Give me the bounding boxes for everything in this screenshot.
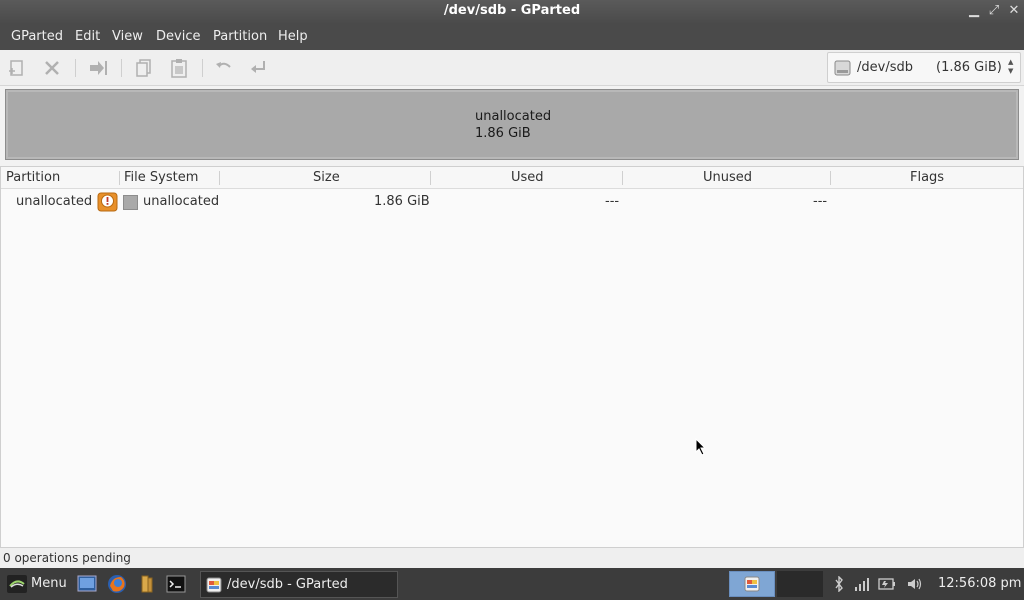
battery-icon[interactable]	[878, 576, 895, 592]
column-flags[interactable]: Flags	[910, 170, 944, 185]
paste-icon[interactable]	[168, 57, 190, 79]
cell-file-system: unallocated	[143, 194, 220, 209]
menu-bar: GParted Edit View Device Partition Help	[0, 24, 1024, 50]
taskbar: Menu /dev/sdb - GParted 12:56:08 pm	[0, 568, 1024, 600]
column-separator	[622, 171, 623, 185]
diskmap-size: 1.86 GiB	[475, 126, 531, 141]
cell-partition: unallocated	[16, 194, 93, 209]
title-bar: /dev/sdb - GParted ▁ ⤢ ✕	[0, 0, 1024, 24]
menu-view[interactable]: View	[112, 29, 143, 44]
menu-edit[interactable]: Edit	[75, 29, 100, 44]
filesystem-color-swatch	[123, 195, 138, 210]
cell-size: 1.86 GiB	[374, 194, 430, 209]
menu-device[interactable]: Device	[156, 29, 200, 44]
menu-logo-icon[interactable]	[7, 575, 27, 593]
cell-unused: ---	[813, 194, 828, 209]
column-separator	[219, 171, 220, 185]
file-manager-icon[interactable]	[137, 574, 157, 594]
copy-icon[interactable]	[133, 57, 155, 79]
status-text: 0 operations pending	[3, 551, 131, 565]
volume-icon[interactable]	[906, 576, 922, 592]
bluetooth-icon[interactable]	[831, 575, 847, 593]
partition-table: Partition File System Size Used Unused F…	[0, 166, 1024, 548]
new-partition-icon[interactable]	[6, 57, 28, 79]
workspace-2[interactable]	[777, 571, 823, 597]
menu-help[interactable]: Help	[278, 29, 308, 44]
undo-icon[interactable]	[213, 57, 235, 79]
delete-icon[interactable]	[41, 57, 63, 79]
column-partition[interactable]: Partition	[6, 170, 60, 185]
spin-arrows-icon: ▲ ▼	[1008, 58, 1014, 75]
status-bar: 0 operations pending	[0, 548, 1024, 568]
mouse-cursor-icon	[695, 437, 707, 456]
warning-icon	[97, 192, 118, 212]
network-signal-icon[interactable]	[854, 576, 870, 592]
close-icon[interactable]: ✕	[1006, 3, 1022, 19]
column-size[interactable]: Size	[313, 170, 340, 185]
toolbar-separator	[121, 59, 122, 77]
column-file-system[interactable]: File System	[124, 170, 198, 185]
column-separator	[430, 171, 431, 185]
device-name: /dev/sdb	[857, 60, 913, 75]
clock[interactable]: 12:56:08 pm	[938, 576, 1021, 591]
toolbar-separator	[202, 59, 203, 77]
toolbar: /dev/sdb (1.86 GiB) ▲ ▼	[0, 50, 1024, 86]
diskmap-label: unallocated	[475, 109, 552, 124]
workspace-window-icon	[744, 576, 760, 592]
resize-move-icon[interactable]	[87, 57, 109, 79]
unallocated-block[interactable]	[6, 90, 1018, 159]
menu-partition[interactable]: Partition	[213, 29, 267, 44]
terminal-icon[interactable]	[166, 574, 186, 594]
start-menu-button[interactable]: Menu	[31, 576, 67, 591]
window-title: /dev/sdb - GParted	[443, 3, 581, 18]
desktop-icon[interactable]	[77, 574, 97, 594]
column-used[interactable]: Used	[511, 170, 544, 185]
minimize-icon[interactable]: ▁	[966, 3, 982, 19]
taskbar-window-gparted[interactable]: /dev/sdb - GParted	[200, 571, 398, 598]
maximize-icon[interactable]: ⤢	[986, 3, 1002, 19]
cell-used: ---	[605, 194, 620, 209]
column-unused[interactable]: Unused	[703, 170, 752, 185]
firefox-icon[interactable]	[107, 574, 127, 594]
disk-icon	[834, 60, 851, 76]
apply-icon[interactable]	[248, 57, 270, 79]
device-selector[interactable]: /dev/sdb (1.86 GiB) ▲ ▼	[827, 52, 1021, 83]
device-size: (1.86 GiB)	[936, 60, 1002, 75]
taskbar-window-label: /dev/sdb - GParted	[227, 577, 348, 592]
menu-gparted[interactable]: GParted	[11, 29, 63, 44]
table-row[interactable]: unallocated unallocated 1.86 GiB --- ---	[1, 190, 1023, 214]
disk-graphic[interactable]: unallocated 1.86 GiB	[5, 89, 1019, 160]
toolbar-separator	[75, 59, 76, 77]
column-separator	[119, 171, 120, 185]
gparted-app-icon	[206, 577, 222, 593]
column-separator	[830, 171, 831, 185]
table-header: Partition File System Size Used Unused F…	[1, 167, 1023, 189]
workspace-1[interactable]	[729, 571, 775, 597]
